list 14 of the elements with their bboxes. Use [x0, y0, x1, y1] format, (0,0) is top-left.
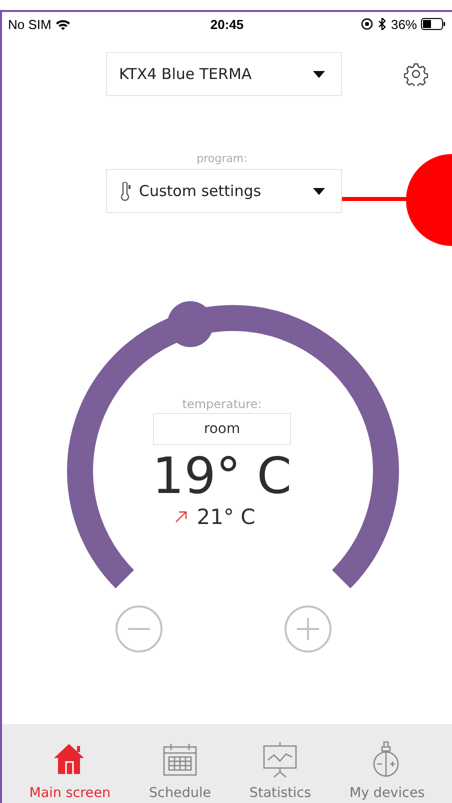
carrier-text: No SIM — [8, 16, 52, 32]
clock-text: 20:45 — [210, 16, 244, 32]
nav-tab[interactable]: Main screen — [29, 724, 111, 803]
temperature-label: temperature: — [182, 397, 262, 411]
temperature-reading: 19° C — [152, 447, 292, 505]
program-label: program: — [196, 152, 248, 165]
nav-tab[interactable]: Statistics — [249, 724, 312, 803]
program-dropdown[interactable]: Custom settings — [106, 169, 342, 213]
mode-field[interactable]: room — [153, 413, 291, 445]
target-temperature: 21° C — [196, 505, 256, 529]
device-dropdown[interactable]: KTX4 Blue TERMA — [106, 52, 342, 96]
nav-tab[interactable]: My devices — [349, 724, 425, 803]
nav-tab[interactable]: Schedule — [148, 724, 212, 803]
battery-text: 36% — [390, 16, 417, 32]
